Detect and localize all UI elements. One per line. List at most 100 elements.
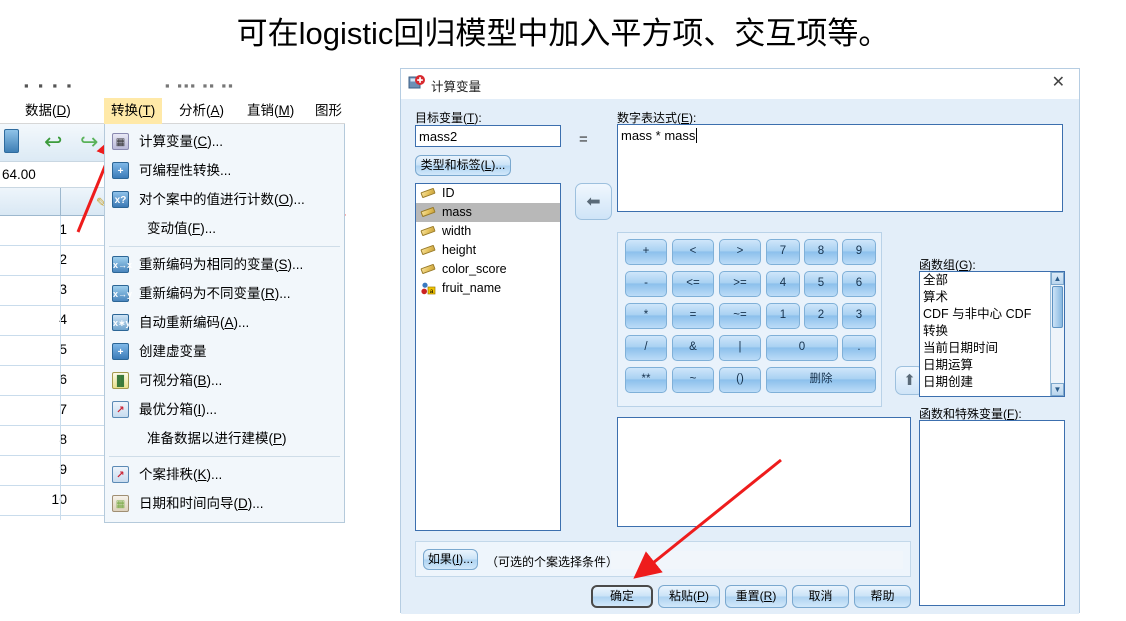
- menuitem-label: 日期和时间向导(: [139, 496, 238, 511]
- key-multiply[interactable]: *: [625, 303, 667, 329]
- key-greater[interactable]: >: [719, 239, 761, 265]
- open-file-icon[interactable]: [4, 129, 19, 153]
- menuitem-rank-cases[interactable]: ↗ 个案排秩(K)...: [105, 460, 344, 489]
- key-6[interactable]: 6: [842, 271, 876, 297]
- variable-name: height: [442, 243, 476, 257]
- key-plus[interactable]: +: [625, 239, 667, 265]
- key-minus[interactable]: -: [625, 271, 667, 297]
- function-group-scrollbar[interactable]: ▲ ▼: [1050, 272, 1064, 396]
- key-5[interactable]: 5: [804, 271, 838, 297]
- menuitem-create-dummy-variables[interactable]: + 创建虚变量: [105, 337, 344, 366]
- dialog-body: 目标变量(T): mass2 = 类型和标签(L)... ID mass wid…: [401, 99, 1079, 614]
- list-item[interactable]: mass: [416, 203, 560, 222]
- key-9[interactable]: 9: [842, 239, 876, 265]
- menuitem-label: 可编程性转换: [139, 163, 220, 178]
- key-power[interactable]: **: [625, 367, 667, 393]
- list-item[interactable]: 当前日期时间: [920, 340, 1064, 357]
- scroll-up-icon[interactable]: ▲: [1051, 272, 1064, 285]
- menuitem-automatic-recode[interactable]: x∗y 自动重新编码(A)...: [105, 308, 344, 337]
- menuitem-recode-into-different[interactable]: x→y 重新编码为不同变量(R)...: [105, 279, 344, 308]
- svg-text:a: a: [430, 288, 434, 295]
- redo-icon[interactable]: ↪: [80, 133, 102, 153]
- menuitem-label: 个案排秩(: [139, 467, 198, 482]
- list-item[interactable]: a fruit_name: [416, 279, 560, 298]
- menuitem-compute-variable[interactable]: ▦ 计算变量(C)...: [105, 127, 344, 156]
- undo-icon[interactable]: ↩: [44, 133, 66, 153]
- key-and[interactable]: &: [672, 335, 714, 361]
- key-or[interactable]: |: [719, 335, 761, 361]
- list-item[interactable]: 算术: [920, 289, 1064, 306]
- key-parentheses[interactable]: (): [719, 367, 761, 393]
- list-item[interactable]: CDF 与非中心 CDF: [920, 306, 1064, 323]
- key-decimal[interactable]: .: [842, 335, 876, 361]
- move-variable-button[interactable]: ⬅: [575, 183, 612, 220]
- key-2[interactable]: 2: [804, 303, 838, 329]
- target-variable-input[interactable]: mass2: [415, 125, 561, 147]
- key-8[interactable]: 8: [804, 239, 838, 265]
- list-item[interactable]: 日期创建: [920, 374, 1064, 391]
- menuitem-programmability-transform[interactable]: + 可编程性转换...: [105, 156, 344, 185]
- reset-button[interactable]: 重置(R): [725, 585, 787, 608]
- menuitem-tail: )...: [207, 373, 223, 388]
- variable-name: color_score: [442, 262, 507, 276]
- key-not-equal[interactable]: ~=: [719, 303, 761, 329]
- key-4[interactable]: 4: [766, 271, 800, 297]
- scrollbar-thumb[interactable]: [1052, 286, 1063, 328]
- key-greater-equal[interactable]: >=: [719, 271, 761, 297]
- key-divide[interactable]: /: [625, 335, 667, 361]
- menuitem-accel: O: [279, 192, 290, 207]
- list-item[interactable]: color_score: [416, 260, 560, 279]
- menu-data[interactable]: 数据(D): [18, 98, 78, 124]
- menu-transform[interactable]: 转换(T): [104, 98, 162, 124]
- function-group-list[interactable]: 全部 算术 CDF 与非中心 CDF 转换 当前日期时间 日期运算 日期创建 ▲…: [919, 271, 1065, 397]
- numeric-expression-input[interactable]: mass * mass: [617, 124, 1063, 212]
- menuitem-visual-binning[interactable]: ▐▌ 可视分箱(B)...: [105, 366, 344, 395]
- menuitem-count-values[interactable]: x? 对个案中的值进行计数(O)...: [105, 185, 344, 214]
- list-item[interactable]: 日期运算: [920, 357, 1064, 374]
- source-variable-list[interactable]: ID mass width height color_score a fruit…: [415, 183, 561, 531]
- functions-list[interactable]: [919, 420, 1065, 606]
- if-button[interactable]: 如果(I)...: [423, 549, 478, 570]
- menu-analyze-label: 分析(: [179, 103, 211, 118]
- menuitem-optimal-binning[interactable]: ↗ 最优分箱(I)...: [105, 395, 344, 424]
- key-delete[interactable]: 删除: [766, 367, 876, 393]
- key-7[interactable]: 7: [766, 239, 800, 265]
- paste-button[interactable]: 粘贴(P): [658, 585, 720, 608]
- key-1[interactable]: 1: [766, 303, 800, 329]
- ok-button[interactable]: 确定: [591, 585, 653, 608]
- menuitem-prepare-data-for-modeling[interactable]: 准备数据以进行建模(P): [105, 424, 344, 453]
- menuitem-recode-into-same[interactable]: x→x 重新编码为相同的变量(S)...: [105, 250, 344, 279]
- key-3[interactable]: 3: [842, 303, 876, 329]
- scale-measure-icon: [420, 207, 435, 217]
- help-button[interactable]: 帮助: [854, 585, 911, 608]
- menu-analyze[interactable]: 分析(A): [172, 98, 231, 124]
- list-item[interactable]: ID: [416, 184, 560, 203]
- list-item[interactable]: 全部: [920, 272, 1064, 289]
- key-tilde[interactable]: ~: [672, 367, 714, 393]
- titlebar-fragment-right: ▪ ▪▪▪ ▪▪ ▪▪: [165, 78, 235, 93]
- menu-directmarketing[interactable]: 直销(M): [240, 98, 301, 124]
- menu-graphs[interactable]: 图形: [308, 98, 345, 124]
- dialog-title: 计算变量: [431, 76, 481, 95]
- text-cursor: [696, 128, 697, 143]
- if-condition-display: [611, 551, 903, 569]
- key-less[interactable]: <: [672, 239, 714, 265]
- menuitem-shift-values[interactable]: 变动值(F)...: [105, 214, 344, 243]
- key-equal[interactable]: =: [672, 303, 714, 329]
- scroll-down-icon[interactable]: ▼: [1051, 383, 1064, 396]
- list-item[interactable]: width: [416, 222, 560, 241]
- key-0[interactable]: 0: [766, 335, 838, 361]
- numeric-expression-label-post: ):: [689, 111, 696, 125]
- menu-transform-label: 转换(: [111, 103, 143, 118]
- key-less-equal[interactable]: <=: [672, 271, 714, 297]
- list-item[interactable]: 转换: [920, 323, 1064, 340]
- close-icon[interactable]: ✕: [1052, 74, 1065, 92]
- menuitem-tail: )...: [289, 192, 305, 207]
- list-item[interactable]: height: [416, 241, 560, 260]
- type-and-label-button[interactable]: 类型和标签(L)...: [415, 155, 511, 176]
- functions-label-pre: 函数和特殊变量(: [919, 407, 1007, 421]
- target-variable-label-post: ):: [474, 111, 481, 125]
- menuitem-date-time-wizard[interactable]: ▦ 日期和时间向导(D)...: [105, 489, 344, 518]
- cancel-button[interactable]: 取消: [792, 585, 849, 608]
- nominal-measure-icon: a: [421, 282, 436, 295]
